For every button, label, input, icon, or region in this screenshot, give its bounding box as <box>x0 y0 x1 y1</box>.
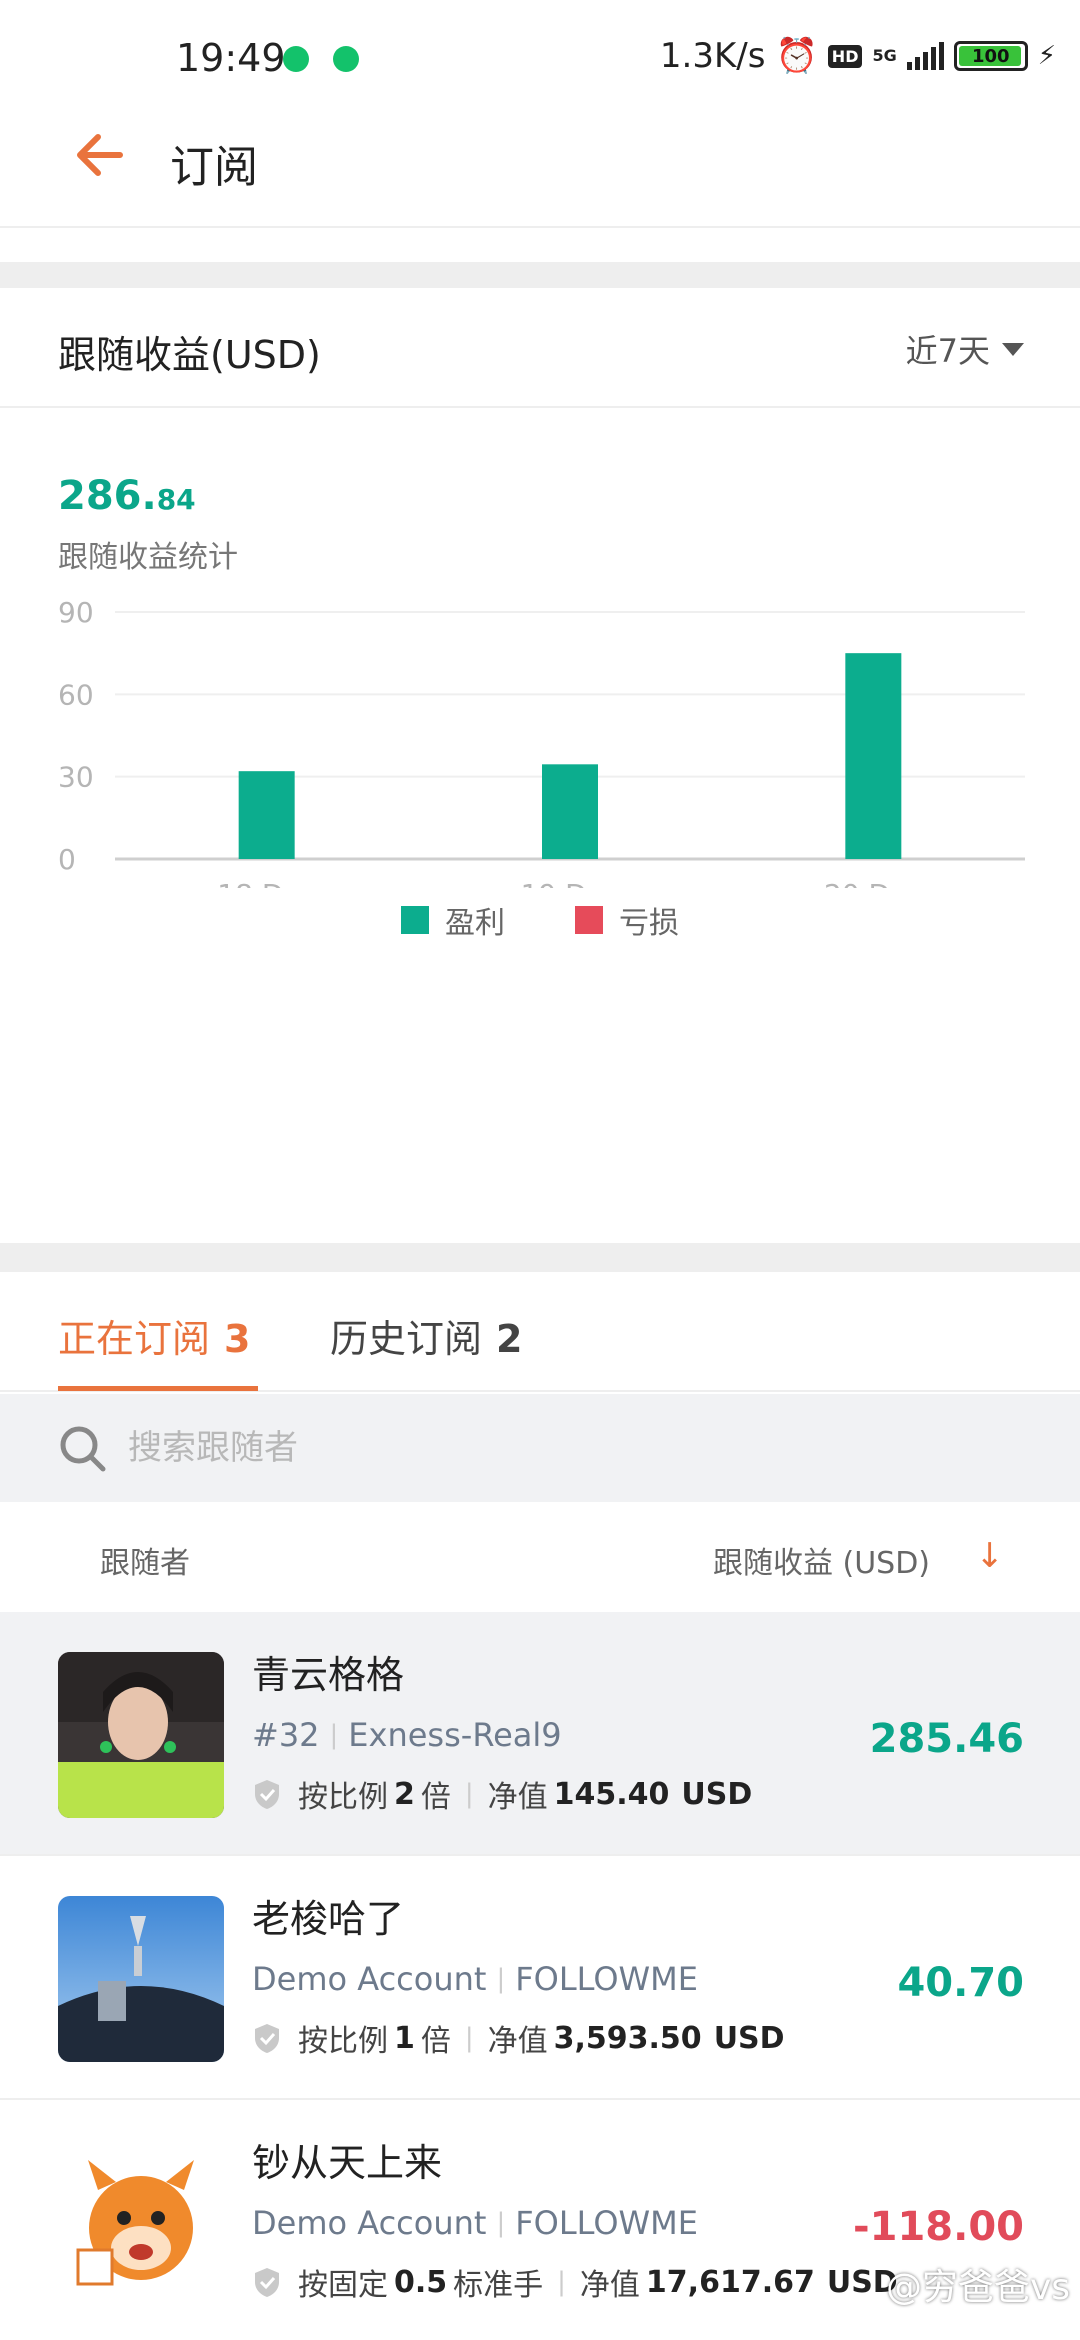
avatar <box>58 1652 224 1818</box>
list-header: 跟随者 跟随收益 (USD) ↓ <box>0 1502 1080 1612</box>
x-tick-label: 20 Dec <box>824 878 923 888</box>
follower-account: Demo Account | FOLLOWME <box>252 1960 698 1998</box>
tab-count: 2 <box>496 1317 523 1361</box>
follower-name: 青云格格 <box>252 1653 405 1697</box>
avatar <box>58 2140 224 2306</box>
earnings-bar-chart: 0 30 60 90 18 Dec 19 Dec 20 Dec <box>58 596 1025 888</box>
column-earnings[interactable]: 跟随收益 (USD) <box>713 1538 930 1582</box>
legend-swatch-profit <box>401 906 429 934</box>
follower-name: 钞从天上来 <box>252 2141 443 2185</box>
status-time: 19:49 <box>176 36 286 80</box>
y-tick-label: 60 <box>58 678 94 711</box>
follower-settings: 按固定 0.5 标准手 | 净值 17,617.67 USD <box>252 2260 904 2304</box>
chart-bar-profit <box>845 653 902 859</box>
follower-earnings: -118.00 <box>853 2204 1024 2250</box>
hd-badge: HD <box>827 44 863 68</box>
search-icon <box>60 1426 106 1472</box>
battery-icon: 100 <box>953 41 1028 71</box>
signal-icon <box>906 42 944 70</box>
search-input[interactable] <box>128 1418 928 1478</box>
watermark: @穷爸爸vs <box>885 2267 1070 2308</box>
search-bar <box>0 1394 1080 1502</box>
chart-bar-profit <box>542 764 598 859</box>
y-tick-label: 90 <box>58 596 94 629</box>
y-tick-label: 0 <box>58 843 76 876</box>
legend-item-profit[interactable]: 盈利 <box>401 898 505 942</box>
chart-bar-profit <box>238 771 295 859</box>
titlebar: 订阅 <box>0 95 1080 228</box>
follower-settings: 按比例 1 倍 | 净值 3,593.50 USD <box>252 2016 791 2060</box>
tab-label: 历史订阅 <box>330 1317 483 1361</box>
charging-icon: ⚡ <box>1037 41 1056 71</box>
chart-legend: 盈利 亏损 <box>0 898 1080 942</box>
earnings-title: 跟随收益(USD) <box>58 333 321 377</box>
status-bar: 19:49 1.3K/s ⏰ HD 5G 100 ⚡ <box>0 0 1080 95</box>
shield-check-icon <box>255 2268 279 2297</box>
alarm-icon: ⏰ <box>775 36 818 76</box>
y-tick-label: 30 <box>58 761 94 794</box>
legend-item-loss[interactable]: 亏损 <box>575 898 679 942</box>
shield-check-icon <box>255 2024 279 2053</box>
legend-label-profit: 盈利 <box>445 906 505 941</box>
legend-label-loss: 亏损 <box>619 906 679 941</box>
sort-desc-icon[interactable]: ↓ <box>976 1536 1005 1576</box>
x-tick-label: 19 Dec <box>521 878 620 888</box>
follower-settings: 按比例 2 倍 | 净值 145.40 USD <box>252 1772 758 1816</box>
caret-down-icon <box>1002 342 1024 356</box>
earnings-card: 跟随收益(USD) 近7天 286.84 跟随收益统计 0 30 60 90 18 De… <box>0 288 1080 1243</box>
x-tick-label: 18 Dec <box>217 878 316 888</box>
wechat-icon <box>283 46 309 72</box>
follower-account: #32 | Exness-Real9 <box>252 1716 562 1754</box>
page-title: 订阅 <box>170 142 258 193</box>
tab-label: 正在订阅 <box>58 1317 211 1361</box>
follower-account: Demo Account | FOLLOWME <box>252 2204 698 2242</box>
earnings-card-header: 跟随收益(USD) 近7天 <box>0 288 1080 408</box>
follower-earnings: 40.70 <box>897 1960 1024 2006</box>
avatar <box>58 1896 224 2062</box>
follower-row[interactable]: 老梭哈了 Demo Account | FOLLOWME 按比例 1 倍 | 净值 3,5… <box>0 1856 1080 2100</box>
tab-current-subscriptions[interactable]: 正在订阅 3 <box>58 1308 250 1363</box>
subscription-tabs: 正在订阅 3 历史订阅 2 <box>0 1272 1080 1392</box>
period-label: 近7天 <box>905 332 990 370</box>
period-dropdown[interactable]: 近7天 <box>906 326 1024 372</box>
tab-count: 3 <box>224 1317 251 1361</box>
follower-name: 老梭哈了 <box>252 1897 405 1941</box>
active-tab-indicator <box>58 1386 258 1391</box>
divider <box>0 1243 1080 1272</box>
tab-history-subscriptions[interactable]: 历史订阅 2 <box>330 1308 522 1363</box>
legend-swatch-loss <box>575 906 603 934</box>
back-button[interactable] <box>70 125 130 185</box>
earnings-body: 286.84 跟随收益统计 030609018 Dec19 Dec20 Dec … <box>0 408 1080 1243</box>
network-type: 5G <box>872 46 897 65</box>
divider <box>0 262 1080 288</box>
follower-row[interactable]: 青云格格 #32 | Exness-Real9 按比例 2 倍 | 净值 145.40 US… <box>0 1612 1080 1856</box>
shield-check-icon <box>255 1780 279 1809</box>
follower-earnings: 285.46 <box>869 1716 1024 1762</box>
arrow-left-icon <box>77 134 123 176</box>
total-earnings-label: 跟随收益统计 <box>58 540 238 575</box>
total-earnings: 286.84 <box>58 473 196 519</box>
shield-app-icon <box>333 46 359 72</box>
column-follower: 跟随者 <box>100 1546 190 1581</box>
network-speed: 1.3K/s <box>659 36 766 76</box>
